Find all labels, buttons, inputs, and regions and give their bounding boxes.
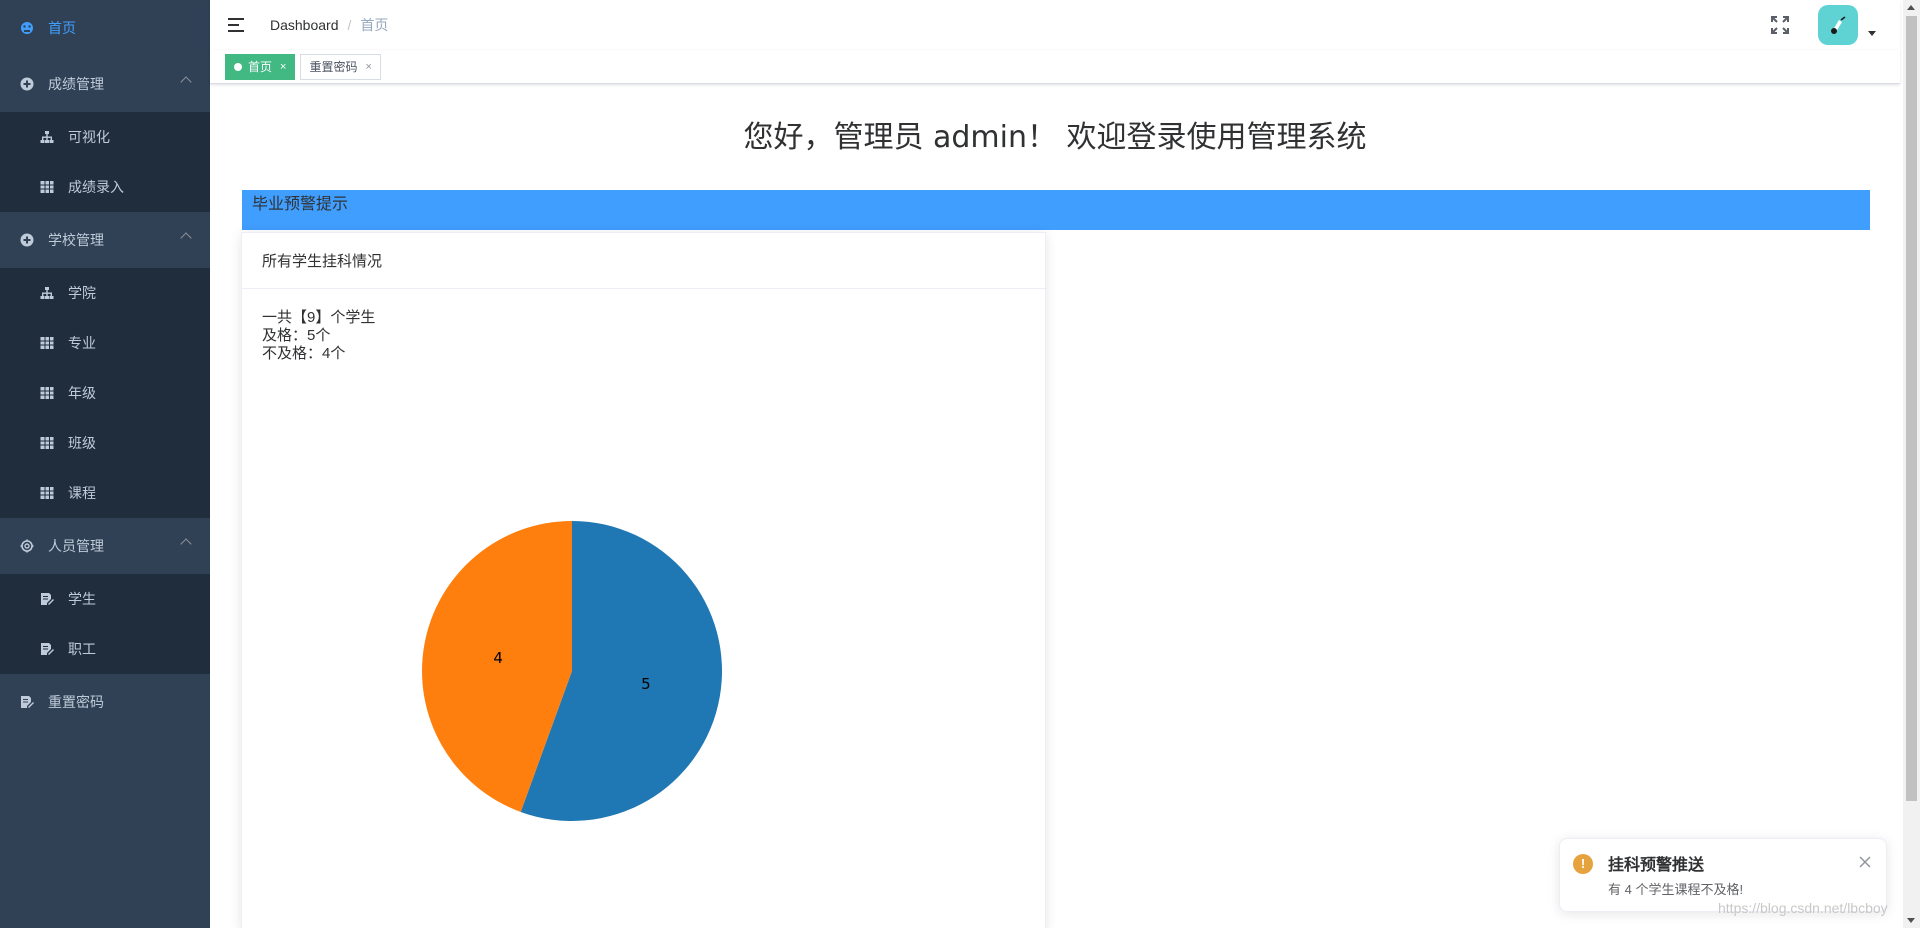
sidebar-item-label: 人员管理 [48,538,104,554]
sidebar-item-label: 可视化 [68,129,110,145]
card-title: 所有学生挂科情况 [242,233,1045,289]
pass-fail-pie-chart: 54 [421,521,722,821]
sidebar-item-label: 成绩录入 [68,179,124,195]
notification-title: 挂科预警推送 [1608,857,1705,874]
tag-reset-password[interactable]: 重置密码 × [300,53,381,80]
plus-circle-icon [20,77,34,91]
edit-doc-icon [20,695,34,709]
hamburger-icon[interactable] [228,16,246,34]
scrollbar-thumb[interactable] [1906,16,1917,801]
tree-icon [40,286,54,300]
fail-status-card: 所有学生挂科情况 一共【9】个学生 及格：5个 不及格：4个 54 [241,232,1046,928]
graduation-warning-bar: 毕业预警提示 [242,190,1870,230]
sidebar-item-school-management[interactable]: 学校管理 [0,212,210,268]
sidebar-item-label: 课程 [68,485,96,501]
sidebar-item-label: 学生 [68,591,96,607]
submenu-score: 可视化 成绩录入 [0,112,210,212]
tag-label: 重置密码 [309,59,358,74]
scroll-up-arrow-icon[interactable] [1907,5,1915,10]
gear-icon [20,539,34,553]
sidebar-item-label: 年级 [68,385,96,401]
sidebar-item-label: 学院 [68,285,96,301]
sidebar-item-score-entry[interactable]: 成绩录入 [0,162,210,212]
scroll-down-arrow-icon[interactable] [1907,918,1915,923]
sidebar-item-course[interactable]: 课程 [0,468,210,518]
sidebar-item-label: 班级 [68,435,96,451]
sidebar-item-score-management[interactable]: 成绩管理 [0,56,210,112]
table-icon [40,336,54,350]
breadcrumb: Dashboard / 首页 [270,15,388,35]
summary-pass: 及格：5个 [262,327,331,344]
fullscreen-icon[interactable] [1770,15,1790,35]
right-menu [1770,0,1900,50]
sidebar-item-major[interactable]: 专业 [0,318,210,368]
sidebar-item-personnel-management[interactable]: 人员管理 [0,518,210,574]
close-icon[interactable] [1858,855,1872,869]
sidebar-item-class[interactable]: 班级 [0,418,210,468]
tag-home[interactable]: 首页 × [225,53,296,80]
pie-slice-label-0: 5 [641,675,651,693]
sidebar-item-home[interactable]: 首页 [0,0,210,56]
plus-circle-icon [20,233,34,247]
table-icon [40,486,54,500]
sidebar-item-staff[interactable]: 职工 [0,624,210,674]
pie-slice-label-1: 4 [493,649,503,667]
sidebar-item-label: 首页 [48,20,76,36]
table-icon [40,386,54,400]
active-dot-icon [234,62,242,71]
caret-down-icon[interactable] [1868,30,1876,36]
submenu-personnel: 学生 职工 [0,574,210,674]
chevron-up-icon [180,232,192,244]
sidebar-item-label: 学校管理 [48,232,104,248]
tag-label: 首页 [248,59,273,74]
tags-view: 首页 × 重置密码 × [210,50,1900,84]
edit-doc-icon [40,592,54,606]
close-icon[interactable]: × [280,55,286,79]
sidebar: 首页 成绩管理 可视化 成绩录入 学校管理 学院 专业 年级 班级 课程 人员管… [0,0,210,928]
card-body: 一共【9】个学生 及格：5个 不及格：4个 [242,289,1045,383]
sidebar-item-label: 职工 [68,641,96,657]
dashboard-icon [20,21,34,35]
sidebar-item-reset-password[interactable]: 重置密码 [0,674,210,730]
sidebar-item-grade[interactable]: 年级 [0,368,210,418]
sidebar-item-student[interactable]: 学生 [0,574,210,624]
avatar[interactable] [1818,5,1858,45]
table-icon [40,180,54,194]
sidebar-item-label: 重置密码 [48,694,104,710]
watermark: https://blog.csdn.net/lbcboy [1718,900,1888,916]
summary-total: 一共【9】个学生 [262,309,376,326]
table-icon [40,436,54,450]
edit-doc-icon [40,642,54,656]
chevron-up-icon [180,76,192,88]
sidebar-item-label: 专业 [68,335,96,351]
submenu-school: 学院 专业 年级 班级 课程 [0,268,210,518]
welcome-heading: 您好，管理员 admin！ 欢迎登录使用管理系统 [743,120,1367,155]
sidebar-item-college[interactable]: 学院 [0,268,210,318]
close-icon[interactable]: × [365,55,371,79]
vertical-scrollbar[interactable] [1903,0,1920,928]
breadcrumb-current: 首页 [360,17,389,33]
notification-message: 有 4 个学生课程不及格! [1608,882,1744,897]
navbar: Dashboard / 首页 [210,0,1900,50]
warning-icon: ! [1573,854,1593,874]
tree-icon [40,130,54,144]
breadcrumb-dashboard[interactable]: Dashboard [270,17,339,33]
warning-bar-label: 毕业预警提示 [252,196,349,213]
chevron-up-icon [180,538,192,550]
sidebar-item-visualization[interactable]: 可视化 [0,112,210,162]
sidebar-item-label: 成绩管理 [48,76,104,92]
breadcrumb-separator: / [347,17,352,33]
summary-fail: 不及格：4个 [262,345,346,362]
